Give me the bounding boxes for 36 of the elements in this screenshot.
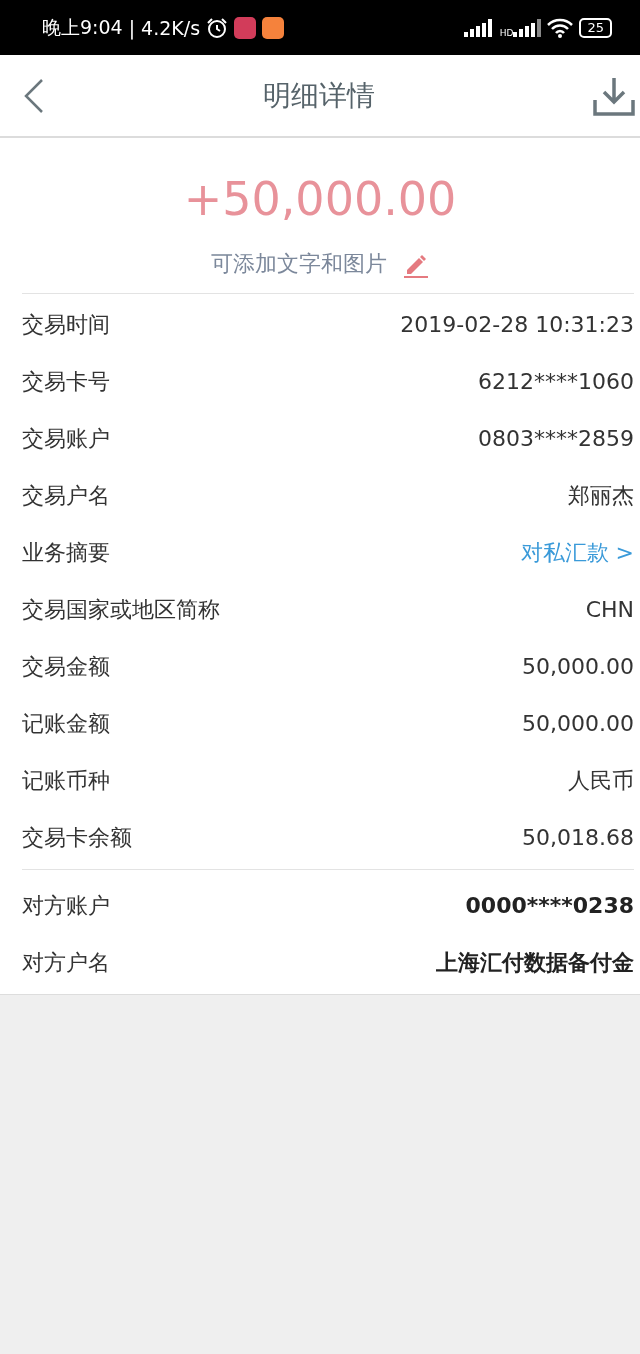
page-title: 明细详情 xyxy=(263,77,375,114)
detail-label: 记账币种 xyxy=(22,767,111,795)
detail-label: 交易国家或地区简称 xyxy=(22,596,221,624)
note-hint: 可添加文字和图片 xyxy=(211,250,387,278)
detail-label: 对方户名 xyxy=(22,949,111,977)
detail-value: 50,000.00 xyxy=(522,711,634,736)
detail-value: 6212****1060 xyxy=(478,369,634,394)
transaction-amount: +50,000.00 xyxy=(183,172,457,226)
detail-value: 50,018.68 xyxy=(522,825,634,850)
detail-value: 郑丽杰 xyxy=(568,481,634,510)
detail-label: 交易金额 xyxy=(22,653,111,681)
detail-value: 0803****2859 xyxy=(478,426,634,451)
signal-icon xyxy=(463,18,494,37)
detail-value: 0000****0238 xyxy=(465,893,634,918)
alarm-icon xyxy=(206,16,229,39)
detail-label: 交易账户 xyxy=(22,425,111,453)
detail-value: 上海汇付数据备付金 xyxy=(436,948,634,977)
detail-value: CHN xyxy=(585,597,634,622)
detail-label: 对方账户 xyxy=(22,892,111,920)
detail-label: 业务摘要 xyxy=(22,539,111,567)
detail-value: 50,000.00 xyxy=(522,654,634,679)
detail-label: 记账金额 xyxy=(22,710,111,738)
wifi-icon xyxy=(547,17,574,38)
detail-label: 交易户名 xyxy=(22,482,111,510)
detail-value: 2019-02-28 10:31:23 xyxy=(400,312,634,337)
detail-label: 交易卡号 xyxy=(22,368,111,396)
detail-label: 交易卡余额 xyxy=(22,824,133,852)
network-type: HD xyxy=(499,27,514,38)
network-speed: | 4.2K/s xyxy=(128,16,201,39)
detail-value: 人民币 xyxy=(568,766,634,795)
app-icon xyxy=(234,16,257,39)
status-time: 晚上9:04 xyxy=(42,14,123,40)
battery-level: 25 xyxy=(579,17,612,38)
transaction-type-link[interactable]: 对私汇款 > xyxy=(520,537,634,568)
signal-icon xyxy=(513,18,542,37)
detail-label: 交易时间 xyxy=(22,311,111,339)
